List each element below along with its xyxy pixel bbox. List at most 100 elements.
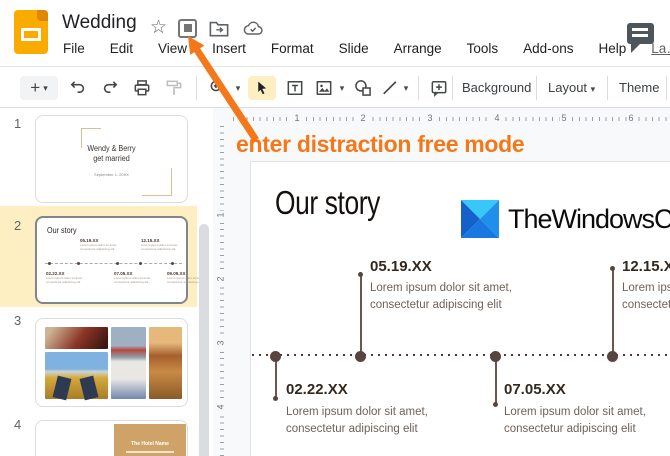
mini-timeline-line [45,263,182,264]
toolbar-divider [536,76,537,100]
timeline-end-dot [273,396,278,401]
comments-icon[interactable] [627,23,654,53]
timeline-connector [275,358,277,400]
menu-file[interactable]: File [63,41,85,56]
shape-tool[interactable] [350,76,376,100]
menu-slide[interactable]: Slide [339,41,369,56]
cloud-saved-icon[interactable] [241,18,265,38]
star-icon[interactable]: ☆ [150,18,167,38]
timeline-desc[interactable]: Lorem ipsum dolor sit amet, consectetur … [286,404,428,437]
menu-edit[interactable]: Edit [110,41,133,56]
slide-1-number: 1 [14,116,22,131]
slide-2-thumbnail[interactable]: Our story 05.19.XX Lorem ipsum dolor sit… [35,216,204,304]
menu-addons[interactable]: Add-ons [523,41,573,56]
slide-4-thumbnail[interactable]: The Hotel Name [35,420,188,456]
select-tool-button[interactable] [248,76,276,100]
line-tool[interactable] [378,76,402,100]
document-title[interactable]: Wedding [62,12,137,34]
new-slide-button[interactable]: + ▾ [20,76,58,100]
timeline-date[interactable]: 12.15.XX [622,258,670,275]
hotel-subline [126,451,174,453]
filmstrip-scrollbar[interactable] [199,224,209,456]
menu-insert[interactable]: Insert [212,41,246,56]
mini-dot [171,262,174,265]
google-slides-app: Wedding ☆ File Edit View Insert Format S… [0,0,670,456]
watermark: TheWindowsClub [460,199,670,239]
zoom-icon[interactable] [206,76,230,100]
timeline-dot [355,351,366,362]
menu-format[interactable]: Format [271,41,314,56]
mini-dot [48,262,51,265]
move-folder-icon[interactable] [208,18,230,38]
horizontal-ruler: 1 2 3 4 5 6 [233,112,670,126]
logo-inner-rect [21,28,41,41]
redo-button[interactable] [98,76,122,100]
toolbar-divider [196,76,197,100]
slide-2-number: 2 [14,218,22,233]
timeline-desc[interactable]: Lorem ipsum dolor sit amet, consectetur … [504,404,646,437]
image-caret[interactable]: ▾ [336,76,348,100]
theme-button[interactable]: Theme [619,80,659,95]
background-button[interactable]: Background [462,80,531,95]
chevron-down-icon: ▾ [43,82,48,93]
slide-3-number: 3 [14,313,22,328]
thumb-1-title: Wendy & Berry get married [87,144,136,163]
zoom-caret[interactable]: ▾ [232,76,244,100]
timeline-date[interactable]: 07.05.XX [504,381,566,398]
insert-image-tool[interactable] [312,76,336,100]
thumb-2-title: Our story [47,226,77,235]
hotel-name-label: The Hotel Name [131,441,169,447]
layout-button[interactable]: Layout ▾ [548,80,595,95]
timeline-dot [490,351,501,362]
print-icon[interactable] [130,76,154,100]
hotel-color-block: The Hotel Name [114,424,186,456]
timeline-dot [270,351,281,362]
distraction-free-mode-icon[interactable] [178,18,198,38]
timeline-desc[interactable]: Lorem ipsum dolor sit amet, consectetur … [622,280,670,313]
menu-view[interactable]: View [158,41,187,56]
timeline-end-dot [358,272,363,277]
paint-format-icon[interactable] [162,76,186,100]
undo-button[interactable] [66,76,90,100]
slide-4-number: 4 [14,417,22,432]
canvas-area: 1 2 3 4 5 6 1 2 3 4 Our story TheWindows… [213,108,670,456]
timeline-connector [612,270,614,356]
mini-event: 05.19.XX Lorem ipsum dolor sit amet, con… [80,238,118,251]
timeline-end-dot [610,266,615,271]
logo-fold [37,10,48,21]
timeline-date[interactable]: 05.19.XX [370,258,432,275]
text-box-tool[interactable] [282,76,308,100]
chevron-down-icon: ▾ [590,84,596,94]
menu-tools[interactable]: Tools [467,41,499,56]
toolbar-divider [418,76,419,100]
photo-couple-bench [149,327,182,399]
slide-3-thumbnail[interactable] [35,318,188,407]
menu-last-edit[interactable]: La… [651,41,670,56]
thumb-1-subtitle: September 1, 20XX [94,172,129,177]
menu-help[interactable]: Help [598,41,626,56]
slides-logo-icon[interactable] [14,10,48,54]
vertical-ruler: 1 2 3 4 [215,126,229,456]
photo-field-feet [45,352,108,399]
timeline-dot [607,351,618,362]
line-caret[interactable]: ▾ [400,76,412,100]
timeline-end-dot [493,402,498,407]
mini-event: 12.15.XX Lorem ipsum dolor sit amet, con… [141,238,179,251]
menu-bar: File Edit View Insert Format Slide Arran… [63,41,670,56]
slide-filmstrip: 1 Wendy & Berry get married September 1,… [0,108,213,456]
thewindowsclub-logo-icon [461,200,499,238]
photo-crowd-backpack [111,327,146,399]
plus-icon: + [30,78,41,97]
toolbar: + ▾ ▾ ▾ ▾ Background Layout ▾ Theme [0,68,670,108]
timeline-date[interactable]: 02.22.XX [286,381,348,398]
mini-dot [77,262,80,265]
toolbar-divider [666,76,667,100]
header: Wedding ☆ File Edit View Insert Format S… [0,0,670,67]
slide-title[interactable]: Our story [275,184,380,222]
slide-1-thumbnail[interactable]: Wendy & Berry get married September 1, 2… [35,115,188,203]
timeline-connector [495,358,497,406]
timeline-desc[interactable]: Lorem ipsum dolor sit amet, consectetur … [370,280,512,313]
insert-comment-tool[interactable] [426,76,452,100]
menu-arrange[interactable]: Arrange [394,41,442,56]
mini-event: 07.05.XX Lorem ipsum dolor sit amet, con… [114,271,152,284]
